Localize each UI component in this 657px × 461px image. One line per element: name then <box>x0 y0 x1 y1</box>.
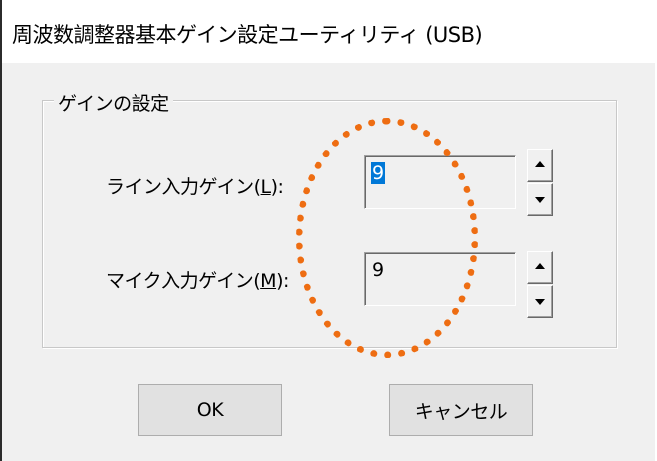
group-legend: ゲインの設定 <box>54 89 173 116</box>
triangle-down-icon <box>535 299 545 305</box>
mic-gain-spin-down-button[interactable] <box>527 285 553 318</box>
mic-gain-label-suffix: ): <box>276 270 289 292</box>
line-gain-label-prefix: ライン入力ゲイン( <box>106 176 261 198</box>
mic-gain-label: マイク入力ゲイン(M): <box>106 266 289 293</box>
mic-gain-label-prefix: マイク入力ゲイン( <box>106 270 261 292</box>
line-gain-label-suffix: ): <box>270 176 284 198</box>
mic-gain-mnemonic: M <box>260 270 277 292</box>
mic-gain-spin-up-button[interactable] <box>527 251 553 284</box>
line-gain-mnemonic: L <box>260 176 272 198</box>
line-gain-label: ライン入力ゲイン(L): <box>106 172 284 199</box>
cancel-button[interactable]: キャンセル <box>389 384 533 436</box>
line-gain-spin-up-button[interactable] <box>527 149 553 182</box>
mic-gain-input[interactable]: 9 <box>364 252 516 306</box>
window-title: 周波数調整器基本ゲイン設定ユーティリティ (USB) <box>12 23 483 47</box>
line-gain-spin-down-button[interactable] <box>527 183 553 216</box>
line-gain-input[interactable]: 9 <box>364 155 516 209</box>
triangle-up-icon <box>535 161 545 167</box>
mic-gain-value: 9 <box>372 259 385 281</box>
triangle-up-icon <box>535 263 545 269</box>
line-gain-value: 9 <box>371 162 386 184</box>
gain-settings-dialog: 周波数調整器基本ゲイン設定ユーティリティ (USB) ゲインの設定 ライン入力ゲ… <box>0 0 657 461</box>
triangle-down-icon <box>535 197 545 203</box>
ok-button[interactable]: OK <box>138 384 282 436</box>
title-bar: 周波数調整器基本ゲイン設定ユーティリティ (USB) <box>2 0 657 63</box>
